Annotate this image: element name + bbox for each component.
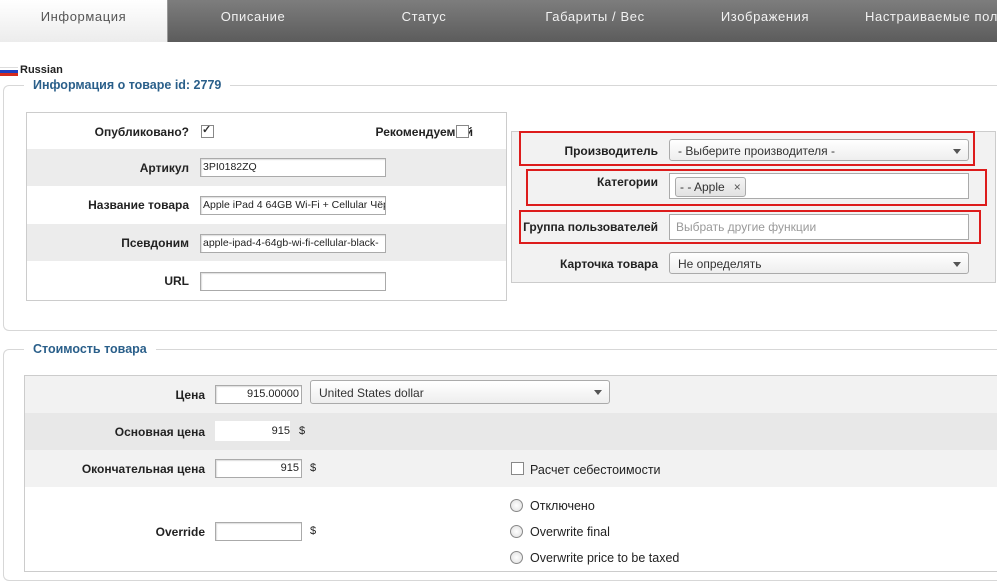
user-group-multiselect[interactable]: Выбрать другие функции [669, 214, 969, 240]
cost-calc-checkbox[interactable] [511, 462, 524, 475]
category-token-label: - - Apple [680, 180, 725, 194]
price-table: Цена 915.00000 United States dollar Осно… [24, 375, 997, 572]
chevron-down-icon [953, 262, 961, 267]
sku-label: Артикул [139, 161, 189, 175]
user-group-placeholder: Выбрать другие функции [676, 220, 817, 234]
product-info-legend: Информация о товаре id: 2779 [24, 78, 231, 92]
sku-row: Артикул 3PI0182ZQ [27, 149, 506, 186]
chevron-down-icon [953, 149, 961, 154]
product-card-select[interactable]: Не определять [669, 252, 969, 274]
tab-status[interactable]: Статус [338, 0, 510, 42]
tab-dimensions-weight[interactable]: Габариты / Вес [510, 0, 680, 42]
override-final-label: Overwrite final [530, 525, 610, 539]
published-label: Опубликовано? [94, 125, 189, 139]
published-checkbox[interactable] [201, 123, 214, 138]
tab-bar: Информация Описание Статус Габариты / Ве… [0, 0, 997, 42]
sku-input[interactable]: 3PI0182ZQ [200, 158, 386, 177]
categories-multiselect[interactable]: - - Apple × [669, 173, 969, 199]
override-final-radio[interactable] [510, 525, 523, 538]
base-price-row: Основная цена 915 $ [25, 413, 997, 450]
override-taxed-radio[interactable] [510, 551, 523, 564]
currency-select[interactable]: United States dollar [310, 380, 610, 404]
override-taxed-label: Overwrite price to be taxed [530, 551, 680, 565]
alias-input[interactable]: apple-ipad-4-64gb-wi-fi-cellular-black- [200, 234, 386, 253]
product-name-input[interactable]: Apple iPad 4 64GB Wi-Fi + Cellular Чёр [200, 196, 386, 215]
product-attributes-panel: Производитель - Выберите производителя -… [511, 131, 996, 283]
manufacturer-value: - Выберите производителя - [678, 144, 835, 158]
language-label: Russian [20, 64, 63, 76]
product-name-row: Название товара Apple iPad 4 64GB Wi-Fi … [27, 187, 506, 224]
product-card-value: Не определять [678, 257, 762, 271]
url-label: URL [164, 274, 189, 288]
final-price-currency: $ [310, 462, 317, 474]
tab-custom-fields[interactable]: Настраиваемые пол [850, 0, 997, 42]
tab-images[interactable]: Изображения [680, 0, 850, 42]
price-row: Цена 915.00000 United States dollar [25, 376, 997, 413]
alias-label: Псевдоним [121, 236, 189, 250]
chevron-down-icon [594, 390, 602, 395]
override-row: Override $ Отключено Overwrite final Ove… [25, 487, 997, 571]
category-token-apple: - - Apple × [675, 177, 746, 197]
manufacturer-select[interactable]: - Выберите производителя - [669, 139, 969, 161]
base-price-label: Основная цена [114, 425, 205, 439]
final-price-label: Окончательная цена [81, 462, 205, 476]
featured-label: Рекомендуемый [375, 125, 474, 139]
base-price-currency: $ [299, 425, 306, 437]
price-input[interactable]: 915.00000 [215, 385, 302, 404]
override-label: Override [155, 525, 205, 539]
override-input[interactable] [215, 522, 302, 541]
price-legend: Стоимость товара [24, 342, 156, 356]
tab-information[interactable]: Информация [0, 0, 168, 42]
product-card-label: Карточка товара [560, 257, 658, 271]
alias-row: Псевдоним apple-ipad-4-64gb-wi-fi-cellul… [27, 224, 506, 261]
tab-description[interactable]: Описание [168, 0, 338, 42]
product-name-label: Название товара [88, 198, 189, 212]
url-input[interactable] [200, 272, 386, 291]
override-disabled-radio[interactable] [510, 499, 523, 512]
currency-value: United States dollar [319, 386, 424, 400]
russian-flag-icon [0, 67, 18, 76]
product-info-table: Опубликовано? Рекомендуемый Артикул 3PI0… [26, 112, 507, 301]
remove-token-icon[interactable]: × [734, 178, 741, 196]
published-row: Опубликовано? Рекомендуемый [27, 113, 506, 150]
cost-calc-label: Расчет себестоимости [530, 463, 661, 477]
categories-label: Категории [597, 175, 658, 189]
featured-checkbox[interactable] [456, 125, 469, 138]
url-row: URL [27, 262, 506, 299]
manufacturer-label: Производитель [564, 144, 658, 158]
override-disabled-label: Отключено [530, 499, 595, 513]
final-price-row: Окончательная цена 915 $ Расчет себестои… [25, 450, 997, 487]
base-price-value: 915 [215, 421, 290, 441]
final-price-input[interactable]: 915 [215, 459, 302, 478]
override-currency: $ [310, 525, 317, 537]
user-group-label: Группа пользователей [523, 220, 658, 234]
price-label: Цена [175, 388, 205, 402]
